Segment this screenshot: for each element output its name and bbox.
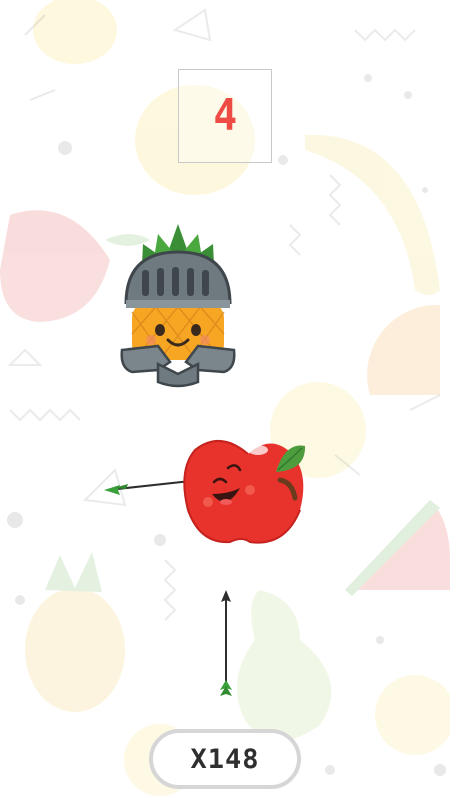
player-arrow[interactable] (212, 588, 240, 700)
apple-target (104, 440, 306, 544)
pineapple-knight-boss (120, 224, 236, 388)
multiplier-value: X148 (190, 743, 260, 775)
arrows-remaining-counter: 4 (213, 90, 237, 141)
multiplier-badge: X148 (149, 729, 301, 789)
arrows-remaining-box: 4 (178, 69, 272, 163)
